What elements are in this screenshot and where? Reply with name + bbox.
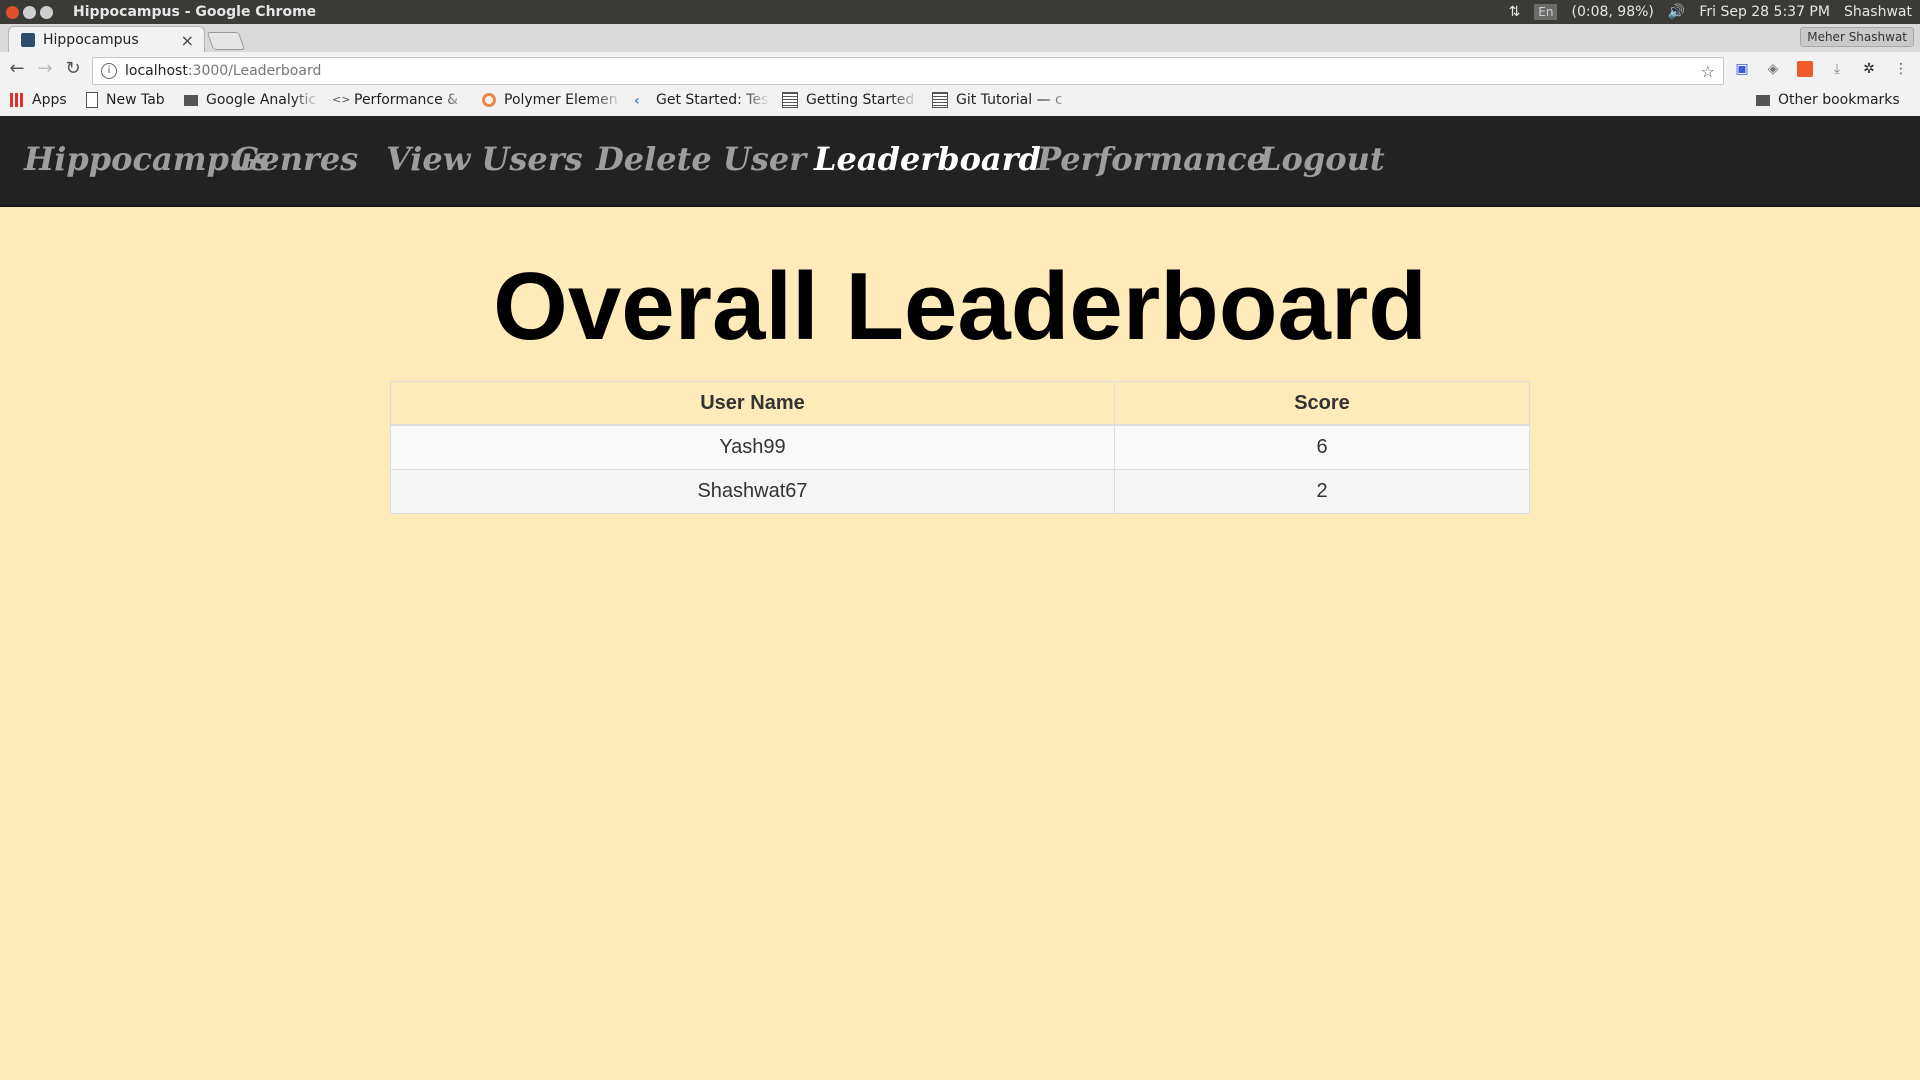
tab-close-icon[interactable]: × xyxy=(181,31,194,50)
url-path: :3000/Leaderboard xyxy=(187,63,322,79)
site-navbar: Hippocampus Genres View Users Delete Use… xyxy=(0,116,1920,207)
url-host: localhost xyxy=(125,63,188,79)
doc-icon xyxy=(932,92,948,108)
bookmark-get-started[interactable]: ‹ Get Started: Tes xyxy=(634,92,770,108)
folder-icon xyxy=(184,94,198,106)
bookmark-label: Get Started: Tes xyxy=(656,92,769,108)
code-icon: <> xyxy=(332,93,351,106)
bookmark-label: Apps xyxy=(32,92,67,108)
bookmark-label: Polymer Elemen xyxy=(504,92,618,108)
window-close-button[interactable] xyxy=(6,5,19,19)
bookmark-git-tutorial[interactable]: Git Tutorial — c xyxy=(932,92,1072,108)
window-maximize-button[interactable] xyxy=(40,5,53,19)
bookmark-label: Getting Started xyxy=(806,92,915,108)
bookmark-performance[interactable]: <> Performance & xyxy=(332,92,468,108)
folder-icon xyxy=(1756,94,1770,106)
cell-score: 2 xyxy=(1114,469,1530,514)
column-header-score: Score xyxy=(1114,381,1530,426)
browser-tab[interactable]: Hippocampus × xyxy=(8,26,205,53)
volume-icon[interactable]: 🔊 xyxy=(1668,4,1685,20)
favicon-icon xyxy=(21,33,35,47)
address-bar[interactable]: i localhost:3000/Leaderboard ☆ xyxy=(92,57,1724,85)
bookmarks-bar: Apps New Tab Google Analytic <> Performa… xyxy=(0,88,1920,117)
cell-user-name: Shashwat67 xyxy=(390,469,1115,514)
keyboard-language[interactable]: En xyxy=(1534,4,1558,20)
extension-icon[interactable]: ◈ xyxy=(1765,61,1781,77)
download-icon[interactable]: ⤓ xyxy=(1829,61,1845,77)
bookmark-polymer[interactable]: Polymer Elemen xyxy=(482,92,622,108)
clock[interactable]: Fri Sep 28 5:37 PM xyxy=(1699,4,1830,20)
bookmark-label: Other bookmarks xyxy=(1778,92,1900,108)
bookmark-label: Git Tutorial — c xyxy=(956,92,1063,108)
bookmark-google-analytics[interactable]: Google Analytic xyxy=(184,92,320,108)
apps-grid-icon xyxy=(10,93,24,107)
nav-logout[interactable]: Logout xyxy=(1259,140,1385,178)
tab-strip: Hippocampus × Meher Shashwat xyxy=(0,24,1920,53)
page-icon xyxy=(86,92,98,108)
nav-genres[interactable]: Genres xyxy=(232,140,358,178)
bookmark-label: Performance & xyxy=(354,92,459,108)
table-row: Yash99 6 xyxy=(390,424,1530,470)
bookmark-new-tab[interactable]: New Tab xyxy=(86,92,165,108)
cell-user-name: Yash99 xyxy=(390,424,1115,470)
network-icon[interactable]: ⇅ xyxy=(1509,4,1521,20)
table-header-row: User Name Score xyxy=(390,381,1530,426)
bookmark-getting-started[interactable]: Getting Started xyxy=(782,92,918,108)
os-top-bar: Hippocampus - Google Chrome ⇅ En (0:08, … xyxy=(0,0,1920,24)
bookmark-other[interactable]: Other bookmarks xyxy=(1756,92,1900,108)
leaderboard-table: User Name Score Yash99 6 Shashwat67 2 xyxy=(390,381,1530,514)
bookmark-label: New Tab xyxy=(106,92,165,108)
extension-icon[interactable] xyxy=(1797,61,1813,77)
bookmark-apps[interactable]: Apps xyxy=(10,92,67,108)
nav-delete-user[interactable]: Delete User xyxy=(596,140,806,178)
page-title: Overall Leaderboard xyxy=(493,253,1427,360)
polymer-icon xyxy=(482,93,496,107)
window-title: Hippocampus - Google Chrome xyxy=(73,4,317,20)
nav-view-users[interactable]: View Users xyxy=(386,140,583,178)
info-icon[interactable]: i xyxy=(101,63,117,79)
bookmark-label: Google Analytic xyxy=(206,92,317,108)
flutter-icon: ‹ xyxy=(634,93,640,108)
extension-icon[interactable]: ✲ xyxy=(1861,61,1877,77)
tab-title: Hippocampus xyxy=(43,32,139,48)
user-menu[interactable]: Shashwat xyxy=(1844,4,1912,20)
back-arrow-icon[interactable]: ← xyxy=(6,58,28,80)
window-minimize-button[interactable] xyxy=(23,5,36,19)
reload-icon[interactable]: ↻ xyxy=(62,58,84,80)
doc-icon xyxy=(782,92,798,108)
nav-leaderboard[interactable]: Leaderboard xyxy=(814,140,1041,178)
column-header-user-name: User Name xyxy=(390,381,1115,426)
cell-score: 6 xyxy=(1114,424,1530,470)
menu-kebab-icon[interactable]: ⋮ xyxy=(1893,61,1909,77)
browser-toolbar: ← → ↻ i localhost:3000/Leaderboard ☆ ▣ ◈… xyxy=(0,52,1920,88)
forward-arrow-icon[interactable]: → xyxy=(34,58,56,80)
nav-performance[interactable]: Performance xyxy=(1037,140,1267,178)
bookmark-star-icon[interactable]: ☆ xyxy=(1701,62,1715,81)
table-row: Shashwat67 2 xyxy=(390,469,1530,514)
extension-icon[interactable]: ▣ xyxy=(1734,61,1750,77)
new-tab-button[interactable] xyxy=(206,32,246,50)
profile-chip[interactable]: Meher Shashwat xyxy=(1800,27,1914,47)
battery-status[interactable]: (0:08, 98%) xyxy=(1571,4,1653,20)
